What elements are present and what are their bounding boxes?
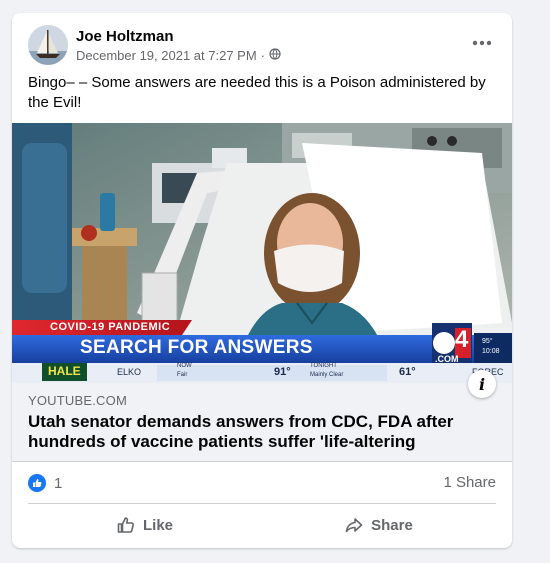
post-header: Joe Holtzman December 19, 2021 at 7:27 P… bbox=[12, 13, 512, 73]
ticker-tonight-label: TONIGHT bbox=[310, 363, 337, 369]
post-card: Joe Holtzman December 19, 2021 at 7:27 P… bbox=[12, 13, 512, 548]
like-button[interactable]: Like bbox=[28, 507, 262, 543]
like-reaction-icon bbox=[28, 474, 46, 492]
ticker-city: ELKO bbox=[117, 367, 142, 377]
divider bbox=[28, 503, 496, 504]
thumbs-up-icon bbox=[117, 517, 134, 533]
ticker-now-temp: 91° bbox=[274, 366, 291, 378]
info-icon[interactable]: i bbox=[468, 370, 496, 398]
author-name[interactable]: Joe Holtzman bbox=[76, 28, 174, 45]
ticker-now-sub: Fair bbox=[177, 372, 188, 378]
link-preview[interactable]: YOUTUBE.COM Utah senator demands answers… bbox=[12, 383, 512, 462]
like-label: Like bbox=[142, 516, 173, 534]
reaction-count: 1 bbox=[54, 474, 63, 492]
corner-temp: 95° bbox=[482, 338, 493, 345]
station-com: .COM bbox=[435, 354, 459, 364]
corner-time: 10:08 bbox=[482, 348, 500, 355]
post-timestamp[interactable]: December 19, 2021 at 7:27 PM bbox=[76, 48, 257, 63]
action-bar: Like Share bbox=[28, 507, 496, 543]
ticker-tonight-sub: Mainly Clear bbox=[310, 372, 344, 378]
ticker-tonight-temp: 61° bbox=[399, 366, 416, 378]
share-label: Share bbox=[371, 516, 413, 534]
ticker-now-label: NOW bbox=[177, 363, 192, 369]
more-options-button[interactable] bbox=[470, 31, 494, 55]
globe-icon bbox=[269, 48, 281, 63]
share-count[interactable]: 1 Share bbox=[443, 474, 496, 491]
ellipsis-icon bbox=[472, 40, 492, 46]
reaction-summary[interactable]: 1 bbox=[28, 474, 62, 492]
share-arrow-icon bbox=[345, 518, 363, 533]
station-number: 4 bbox=[455, 326, 469, 353]
ticker-sponsor: HALE bbox=[48, 364, 81, 378]
link-domain: YOUTUBE.COM bbox=[28, 393, 127, 408]
share-button[interactable]: Share bbox=[262, 507, 496, 543]
post-text: Bingo– – Some answers are needed this is… bbox=[28, 74, 486, 111]
video-thumbnail[interactable]: COVID-19 PANDEMIC SEARCH FOR ANSWERS 4 .… bbox=[12, 123, 512, 383]
meta-separator: · bbox=[260, 48, 266, 63]
link-title[interactable]: Utah senator demands answers from CDC, F… bbox=[28, 412, 496, 452]
post-meta: December 19, 2021 at 7:27 PM · bbox=[76, 48, 281, 63]
banner-kicker: COVID-19 PANDEMIC bbox=[50, 321, 171, 333]
avatar[interactable] bbox=[28, 25, 68, 65]
banner-headline: SEARCH FOR ANSWERS bbox=[80, 337, 313, 358]
